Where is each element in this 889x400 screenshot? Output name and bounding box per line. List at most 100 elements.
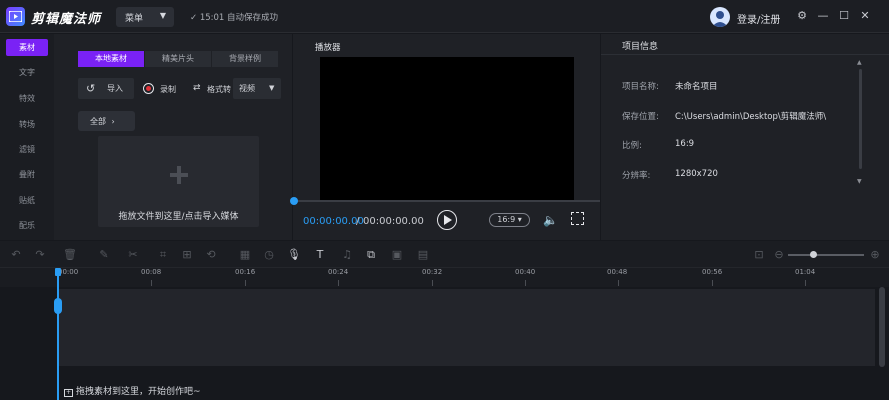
info-row-resolution: 分辨率: 1280x720: [622, 169, 718, 181]
rotate-icon[interactable]: ⟲: [204, 248, 218, 262]
timeline-drag-hint-text: 拖拽素材到这里，开始创作吧~: [76, 387, 201, 397]
mosaic-icon[interactable]: ▦: [238, 248, 252, 262]
tick-label: 00:24: [328, 268, 349, 276]
format-convert-button[interactable]: ⇄ 格式转: [192, 78, 232, 99]
category-sidebar: 素材 文字 特效 转场 滤镜 叠附 贴纸 配乐: [0, 34, 54, 240]
tick-mark: [338, 280, 339, 286]
tab-intros[interactable]: 精美片头: [145, 51, 211, 67]
info-label: 比例:: [622, 141, 642, 151]
import-label: 导入: [107, 84, 123, 93]
edit-icon[interactable]: ✎: [97, 248, 111, 262]
tick-label: 01:04: [795, 268, 816, 276]
text-to-speech-icon[interactable]: T: [313, 248, 327, 262]
sidebar-item-filters[interactable]: 滤镜: [6, 141, 48, 158]
import-button[interactable]: ↺ 导入: [78, 78, 134, 99]
timeline-ruler[interactable]: 00:00 00:08 00:16 00:24 00:32 00:40 00:4…: [0, 268, 889, 287]
volume-icon[interactable]: 🔈: [543, 213, 558, 227]
zoom-in-icon[interactable]: ⊕: [868, 248, 882, 262]
tick-label: 00:08: [141, 268, 162, 276]
tick-label: 00:56: [702, 268, 723, 276]
tab-backgrounds[interactable]: 背景样例: [212, 51, 278, 67]
plus-icon: [170, 166, 188, 184]
maximize-icon[interactable]: ☐: [837, 9, 851, 23]
record-icon: [143, 83, 154, 94]
format-select-value: 视频: [239, 84, 255, 93]
time-separator: /: [356, 216, 360, 227]
divider: [601, 54, 889, 55]
tick-mark: [805, 280, 806, 286]
record-button[interactable]: 录制: [142, 78, 186, 99]
minimize-icon[interactable]: —: [816, 9, 830, 23]
playhead-handle[interactable]: [54, 298, 62, 314]
fit-timeline-icon[interactable]: ⊡: [752, 248, 766, 262]
play-button[interactable]: [437, 210, 457, 230]
freeze-icon[interactable]: ▣: [390, 248, 404, 262]
record-label: 录制: [160, 85, 176, 94]
media-drop-zone[interactable]: 拖放文件到这里/点击导入媒体: [98, 136, 259, 227]
playhead-top-handle[interactable]: [55, 268, 61, 276]
microphone-icon[interactable]: 🎙: [287, 248, 301, 262]
all-filter-button[interactable]: 全部 ›: [78, 111, 135, 131]
crop-icon[interactable]: ⌗: [156, 248, 170, 262]
tick-mark: [618, 280, 619, 286]
zoom-slider[interactable]: [788, 254, 864, 256]
chevron-down-icon: ▼: [159, 11, 166, 20]
timeline-scrollbar[interactable]: [879, 287, 885, 367]
scrubber-handle[interactable]: [290, 197, 298, 205]
sidebar-item-transitions[interactable]: 转场: [6, 116, 48, 133]
export-frame-icon[interactable]: ▤: [416, 248, 430, 262]
app-logo-icon: [6, 7, 25, 26]
current-time: 00:00:00.00: [303, 216, 364, 227]
app-name: 剪辑魔法师: [31, 12, 102, 27]
format-convert-label: 格式转: [207, 85, 231, 94]
info-scrollbar[interactable]: [859, 69, 862, 169]
project-info-panel: 项目信息 项目名称: 未命名项目 保存位置: C:\Users\admin\Desk…: [601, 34, 889, 240]
cut-icon[interactable]: ✂: [126, 248, 140, 262]
aspect-ratio-select[interactable]: 16:9 ▾: [489, 213, 530, 227]
tick-mark: [712, 280, 713, 286]
zoom-slider-handle[interactable]: [810, 251, 817, 258]
audio-icon[interactable]: ♫: [340, 248, 354, 262]
player-title: 播放器: [315, 43, 341, 53]
info-row-location: 保存位置: C:\Users\admin\Desktop\剪辑魔法师\: [622, 110, 826, 122]
sidebar-item-text[interactable]: 文字: [6, 64, 48, 81]
tick-label: 00:00: [58, 268, 79, 276]
format-select[interactable]: 视频 ▼: [233, 78, 281, 99]
avatar[interactable]: [710, 7, 730, 27]
video-preview[interactable]: [320, 57, 574, 201]
playhead[interactable]: [57, 270, 59, 400]
add-media-icon: +: [64, 389, 73, 397]
sidebar-item-material[interactable]: 素材: [6, 39, 48, 56]
total-time: 00:00:00.00: [363, 216, 424, 227]
undo-icon[interactable]: ↶: [9, 248, 23, 262]
info-value: 1280x720: [675, 169, 718, 179]
playback-scrubber[interactable]: [293, 200, 600, 202]
fullscreen-icon[interactable]: [571, 212, 584, 225]
scroll-down-icon[interactable]: ▼: [857, 178, 862, 185]
menu-button[interactable]: 菜单 ▼: [116, 7, 174, 27]
info-value: 16:9: [675, 139, 695, 149]
player-panel: 播放器 00:00:00.00 / 00:00:00.00 16:9 ▾ 🔈: [290, 34, 600, 240]
scroll-up-icon[interactable]: ▲: [857, 59, 862, 66]
drop-hint: 拖放文件到这里/点击导入媒体: [118, 212, 239, 222]
sidebar-item-stickers[interactable]: 贴纸: [6, 192, 48, 209]
sidebar-item-effects[interactable]: 特效: [6, 90, 48, 107]
info-label: 项目名称:: [622, 82, 659, 92]
copy-icon[interactable]: ⧉: [364, 248, 378, 262]
info-value: 未命名项目: [675, 82, 718, 92]
login-register-link[interactable]: 登录/注册: [737, 11, 780, 26]
settings-icon[interactable]: ⚙: [795, 9, 809, 23]
tab-local-material[interactable]: 本地素材: [78, 51, 144, 67]
timeline-toolbar: ↶ ↷ 🗑 ✎ ✂ ⌗ ⊞ ⟲ ▦ ◷ 🎙 T ♫ ⧉ ▣ ▤ ⊡ ⊖ ⊕: [0, 241, 889, 268]
redo-icon[interactable]: ↷: [33, 248, 47, 262]
speed-icon[interactable]: ◷: [262, 248, 276, 262]
tick-label: 00:16: [235, 268, 256, 276]
delete-icon[interactable]: 🗑: [63, 248, 77, 262]
sidebar-item-music[interactable]: 配乐: [6, 217, 48, 234]
zoom-out-icon[interactable]: ⊖: [772, 248, 786, 262]
autosave-status: ✓ 15:01 自动保存成功: [190, 11, 278, 23]
split-icon[interactable]: ⊞: [180, 248, 194, 262]
sidebar-item-overlay[interactable]: 叠附: [6, 166, 48, 183]
close-icon[interactable]: ✕: [858, 9, 872, 23]
main-video-track[interactable]: [58, 289, 875, 366]
